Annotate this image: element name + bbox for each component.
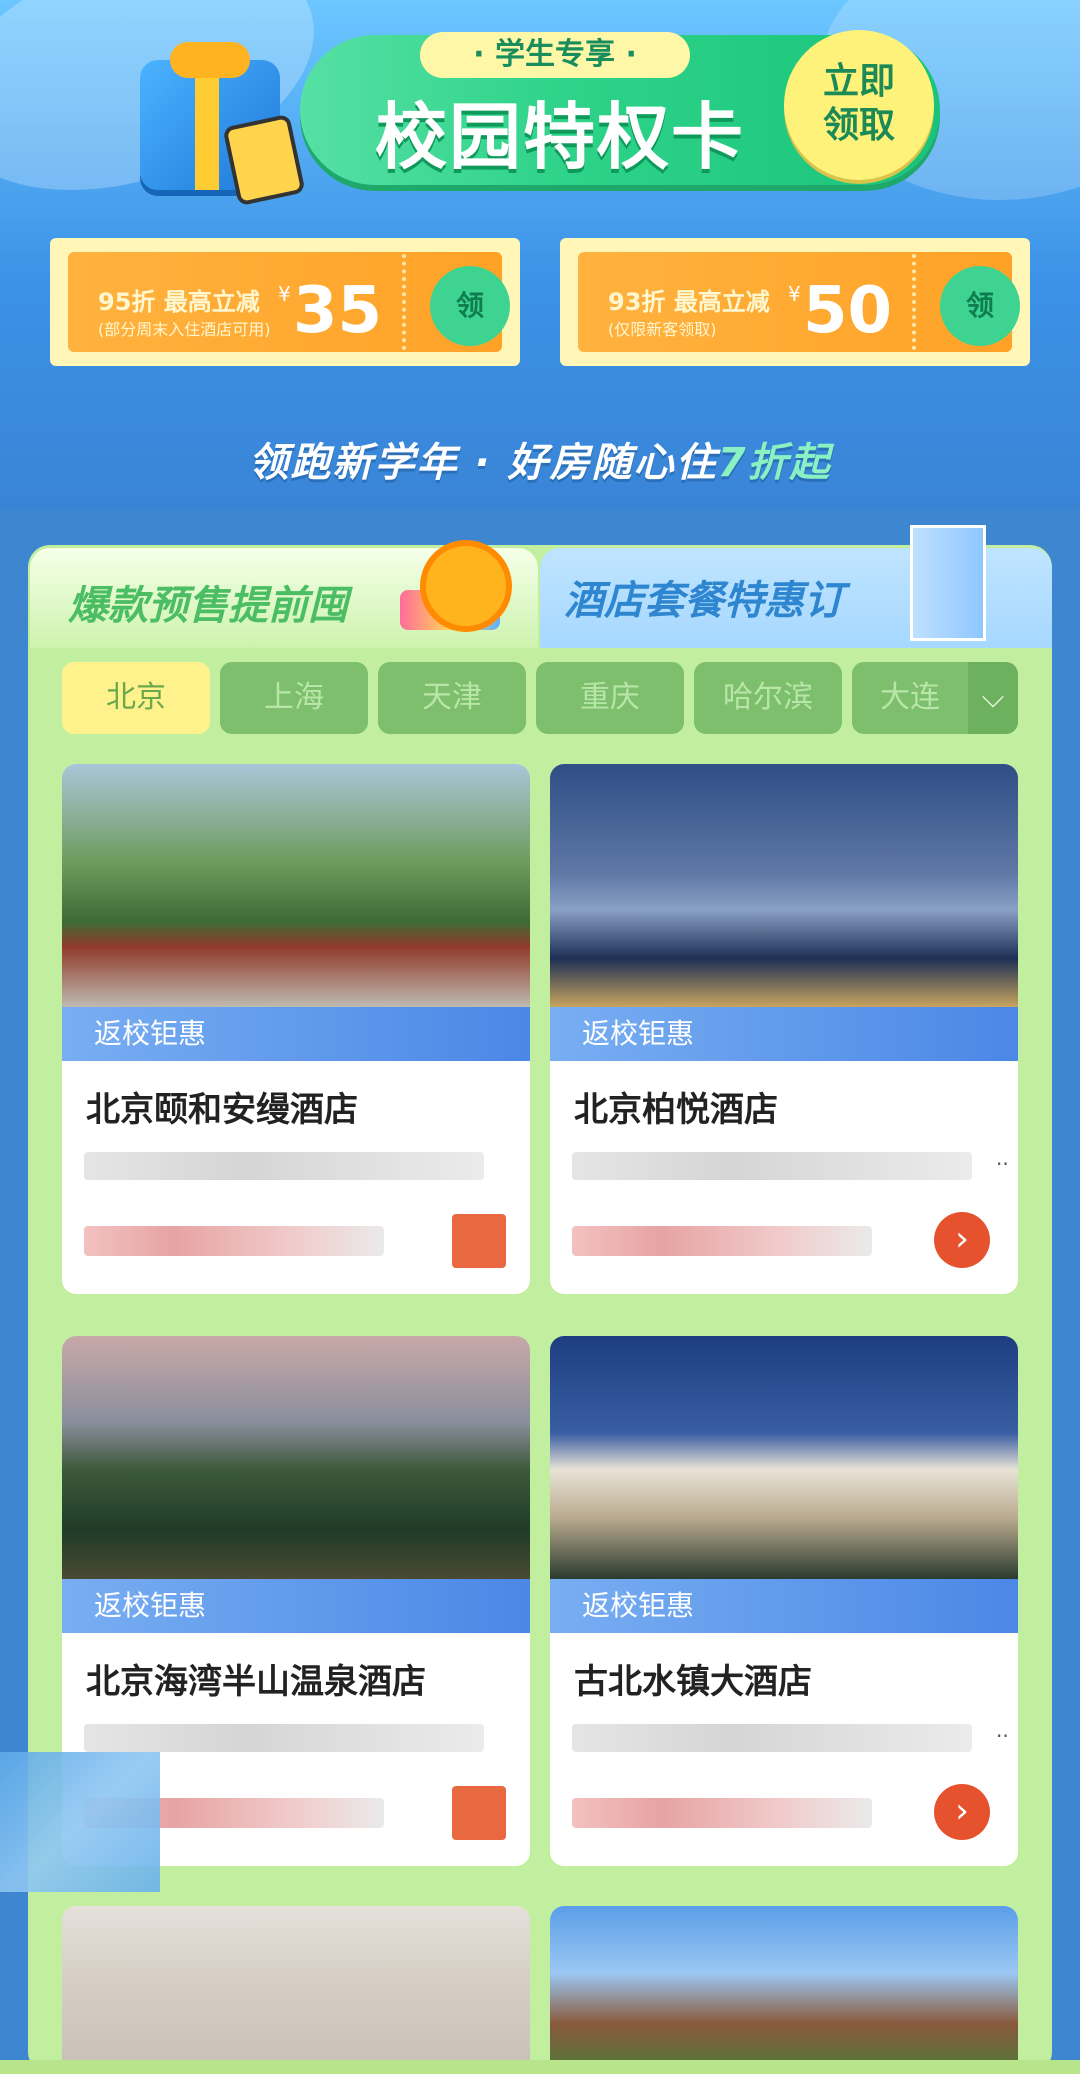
hotel-price-blurred	[572, 1798, 872, 1828]
coupon-discount: 93折 最高立减	[608, 288, 770, 316]
coupon-currency: ¥	[278, 282, 291, 306]
coupon-currency: ¥	[788, 282, 801, 306]
hotel-image	[550, 764, 1018, 1007]
chevron-right-icon[interactable]: ›	[934, 1784, 990, 1840]
coupon-claim-button[interactable]: 领	[940, 266, 1020, 346]
hotel-name: 北京柏悦酒店	[574, 1090, 778, 1130]
hotel-image	[62, 1906, 530, 2074]
claim-now-label: 立即领取	[822, 61, 895, 146]
gift-bow	[170, 42, 250, 78]
alarm-clock-icon	[420, 540, 512, 632]
promo-tag: 返校钜惠	[62, 1007, 530, 1061]
promo-tag: 返校钜惠	[62, 1579, 530, 1633]
ellipsis: ··	[996, 1152, 1009, 1176]
hotel-card[interactable]: 返校钜惠 古北水镇大酒店 ·· ›	[550, 1336, 1018, 1866]
banner-subtitle: · 学生专享 ·	[420, 32, 690, 78]
coupon-claim-button[interactable]: 领	[430, 266, 510, 346]
hotel-location-blurred	[84, 1724, 484, 1752]
hotel-image	[62, 1336, 530, 1579]
coupon-note: (部分周末入住酒店可用)	[98, 320, 271, 339]
promo-slogan: 领跑新学年 · 好房随心住7折起	[0, 430, 1080, 488]
hotel-card[interactable]	[550, 1906, 1018, 2074]
hotel-price-blurred	[572, 1226, 872, 1256]
floating-widget-blurred[interactable]	[0, 1752, 160, 1892]
hotel-price-blurred	[84, 1226, 384, 1256]
bottom-edge	[0, 2060, 1080, 2074]
building-icon	[910, 525, 986, 641]
hotel-location-blurred	[84, 1152, 484, 1180]
chevron-right-icon[interactable]: ›	[934, 1212, 990, 1268]
coupon-discount: 95折 最高立减	[98, 288, 260, 316]
go-button-blurred[interactable]	[452, 1214, 506, 1268]
promo-tag: 返校钜惠	[550, 1007, 1018, 1061]
city-chip-dalian[interactable]: 大连	[852, 662, 968, 734]
coupon-card[interactable]: 95折 最高立减 (部分周末入住酒店可用) ¥ 35 领	[50, 238, 520, 366]
tab-label: 酒店套餐特惠订	[564, 578, 844, 624]
slogan-highlight: 7折起	[717, 440, 832, 486]
slogan-main: 领跑新学年 · 好房随心住	[248, 440, 718, 486]
tab-label: 爆款预售提前囤	[68, 583, 348, 629]
go-button-blurred[interactable]	[452, 1786, 506, 1840]
hotel-card[interactable]: 返校钜惠 北京颐和安缦酒店	[62, 764, 530, 1294]
hotel-card[interactable]: 返校钜惠 北京柏悦酒店 ·· ›	[550, 764, 1018, 1294]
hotel-card[interactable]	[62, 1906, 530, 2074]
city-chip-chongqing[interactable]: 重庆	[536, 662, 684, 734]
claim-now-button[interactable]: 立即领取	[784, 30, 934, 180]
coupon-card[interactable]: 93折 最高立减 (仅限新客领取) ¥ 50 领	[560, 238, 1030, 366]
ellipsis: ··	[996, 1724, 1009, 1748]
hotel-name: 北京海湾半山温泉酒店	[86, 1662, 426, 1702]
city-chip-harbin[interactable]: 哈尔滨	[694, 662, 842, 734]
hotel-image	[62, 764, 530, 1007]
hotel-name: 北京颐和安缦酒店	[86, 1090, 358, 1130]
hotel-location-blurred	[572, 1152, 972, 1180]
coupon-divider	[402, 254, 406, 350]
coupon-amount: 35	[293, 274, 383, 348]
city-chip-shanghai[interactable]: 上海	[220, 662, 368, 734]
banner-title: 校园特权卡	[374, 95, 745, 179]
promo-tag: 返校钜惠	[550, 1579, 1018, 1633]
gift-ribbon	[195, 60, 219, 190]
coupon-divider	[912, 254, 916, 350]
coupon-note: (仅限新客领取)	[608, 320, 717, 339]
city-chip-tianjin[interactable]: 天津	[378, 662, 526, 734]
hotel-image	[550, 1906, 1018, 2074]
chevron-down-icon[interactable]: ⌵	[968, 662, 1018, 734]
city-chip-beijing[interactable]: 北京	[62, 662, 210, 734]
coupon-amount: 50	[803, 274, 893, 348]
hotel-image	[550, 1336, 1018, 1579]
hotel-name: 古北水镇大酒店	[574, 1662, 812, 1702]
hotel-location-blurred	[572, 1724, 972, 1752]
